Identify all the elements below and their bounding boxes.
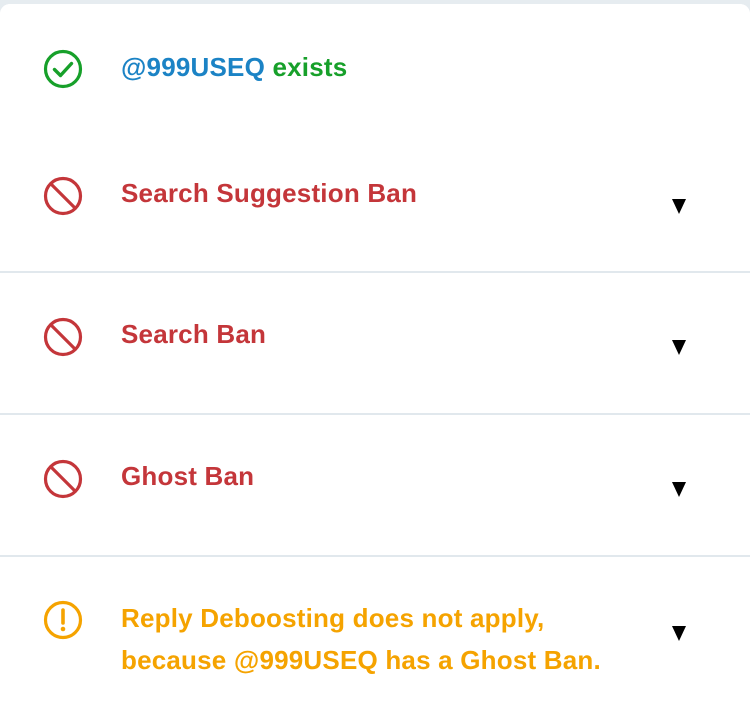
account-status-text: @999USEQ exists — [121, 46, 347, 88]
check-row-search-ban[interactable]: Search Ban — [0, 273, 750, 415]
check-label: Reply Deboosting does not apply, because… — [121, 597, 601, 681]
check-row-search-suggestion-ban[interactable]: Search Suggestion Ban — [0, 116, 750, 273]
prohibited-icon — [43, 176, 83, 216]
check-circle-icon — [43, 49, 83, 89]
expand-toggle[interactable] — [669, 479, 689, 499]
triangle-down-icon — [672, 199, 686, 214]
check-row-ghost-ban[interactable]: Ghost Ban — [0, 415, 750, 557]
expand-toggle[interactable] — [669, 196, 689, 216]
triangle-down-icon — [672, 340, 686, 355]
warning-icon — [43, 600, 83, 640]
triangle-down-icon — [672, 482, 686, 497]
account-exists-label: exists — [272, 52, 348, 82]
account-handle[interactable]: @999USEQ — [121, 52, 265, 82]
check-label: Search Suggestion Ban — [121, 178, 418, 208]
check-label: Ghost Ban — [121, 461, 255, 491]
prohibited-icon — [43, 459, 83, 499]
check-row-reply-deboosting[interactable]: Reply Deboosting does not apply, because… — [0, 557, 750, 721]
expand-toggle[interactable] — [669, 623, 689, 643]
triangle-down-icon — [672, 626, 686, 641]
check-label-line1: Reply Deboosting does not apply, — [121, 603, 545, 633]
account-exists-row: @999USEQ exists — [0, 4, 750, 116]
check-label-line2: because @999USEQ has a Ghost Ban. — [121, 645, 601, 675]
check-label: Search Ban — [121, 319, 267, 349]
expand-toggle[interactable] — [669, 337, 689, 357]
prohibited-icon — [43, 317, 83, 357]
shadowban-results-panel: @999USEQ exists Search Suggestion Ban Se… — [0, 4, 750, 721]
